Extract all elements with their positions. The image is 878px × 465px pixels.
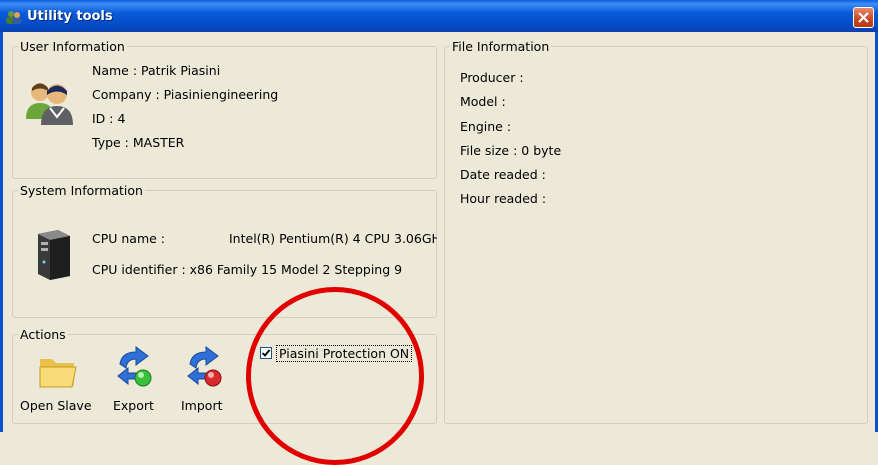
export-icon xyxy=(117,346,152,387)
open-slave-label: Open Slave xyxy=(20,398,92,413)
user-company: Company : Piasiniengineering xyxy=(92,87,279,102)
export-label: Export xyxy=(113,398,154,413)
file-date-readed: Date readed : xyxy=(460,167,546,182)
user-name: Name : Patrik Piasini xyxy=(92,63,221,78)
import-icon xyxy=(187,346,222,387)
export-button[interactable]: Export xyxy=(108,346,160,414)
group-title: System Information xyxy=(18,183,145,198)
user-type: Type : MASTER xyxy=(92,135,185,150)
cpu-identifier: CPU identifier : x86 Family 15 Model 2 S… xyxy=(92,262,403,277)
users-icon xyxy=(26,83,73,125)
file-hour-readed: Hour readed : xyxy=(460,191,547,206)
import-label: Import xyxy=(181,398,223,413)
cpu-name-value: Intel(R) Pentium(R) 4 CPU 3.06GH xyxy=(229,231,437,246)
user-id: ID : 4 xyxy=(92,111,126,126)
computer-tower-icon xyxy=(38,230,70,280)
window-title: Utility tools xyxy=(27,9,113,24)
import-button[interactable]: Import xyxy=(176,346,230,414)
open-slave-button[interactable]: Open Slave xyxy=(18,352,98,414)
close-button[interactable] xyxy=(853,7,874,28)
title-bar[interactable]: Utility tools xyxy=(0,0,878,32)
annotation-circle xyxy=(246,287,424,465)
group-title: File Information xyxy=(450,39,552,54)
close-icon xyxy=(858,12,869,23)
users-app-icon xyxy=(6,11,22,24)
folder-icon xyxy=(39,359,77,388)
file-information-group: File Information xyxy=(444,39,868,424)
file-size: File size : 0 byte xyxy=(460,143,562,158)
file-producer: Producer : xyxy=(460,70,524,85)
group-title: User Information xyxy=(18,39,127,54)
group-title: Actions xyxy=(18,327,68,342)
file-model: Model : xyxy=(460,94,506,109)
cpu-name-label: CPU name : xyxy=(92,231,166,246)
file-engine: Engine : xyxy=(460,119,512,134)
